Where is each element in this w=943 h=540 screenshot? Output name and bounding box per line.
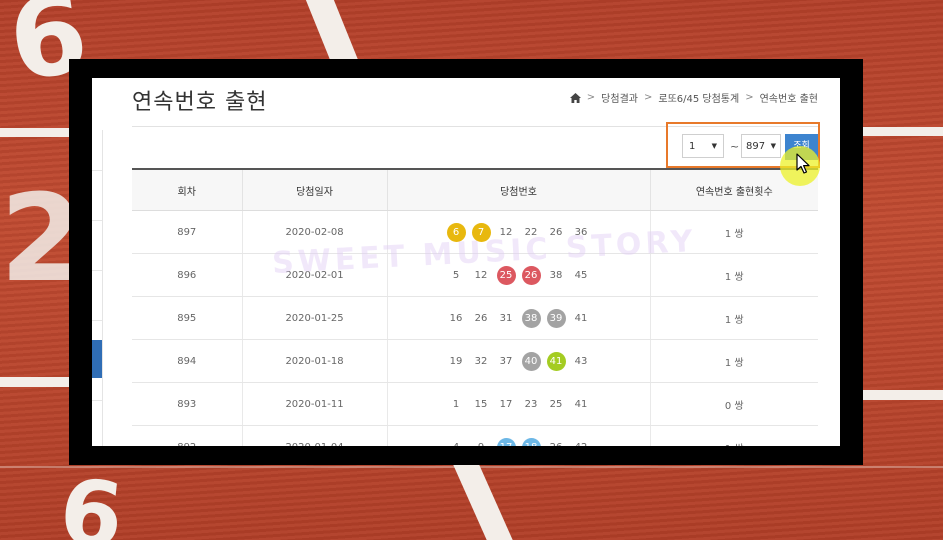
number-ball: 45 (574, 269, 588, 281)
round-cell: 896 (132, 253, 243, 297)
track-marking: 6 (54, 459, 128, 540)
numbers-cell: 16 26 31 38 39 41 (387, 296, 651, 340)
breadcrumb-item[interactable]: 로또6/45 당첨통계 (658, 90, 739, 105)
table-row: 895 2020-01-25 16 26 31 38 39 41 1 쌍 (132, 296, 818, 340)
sidebar-divider (92, 270, 102, 271)
lane-line (0, 128, 75, 137)
number-ball: 26 (547, 438, 566, 447)
date-cell: 2020-01-25 (242, 296, 388, 340)
number-ball: 41 (574, 312, 588, 324)
page-title: 연속번호 출현 (132, 90, 268, 115)
round-from-select[interactable]: 1 ▼ (682, 134, 724, 158)
number-ball: 15 (474, 398, 488, 410)
number-ball: 17 (499, 398, 513, 410)
number-ball: 43 (574, 355, 588, 367)
sidebar-divider (92, 400, 102, 401)
round-to-value: 897 (746, 140, 766, 152)
number-ball-highlighted: 17 (496, 437, 516, 446)
sidebar-divider (92, 170, 102, 171)
number-ball: 42 (572, 438, 591, 447)
sidebar-divider (92, 320, 102, 321)
breadcrumb-item[interactable]: 당첨결과 (601, 90, 638, 105)
number-ball: 25 (549, 398, 563, 410)
number-ball-highlighted: 40 (521, 351, 541, 371)
round-cell: 895 (132, 296, 243, 340)
numbers-cell: 4 9 17 18 26 42 (387, 425, 651, 447)
number-ball: 23 (524, 398, 538, 410)
home-icon[interactable] (569, 92, 581, 103)
number-ball-highlighted: 26 (521, 265, 541, 285)
number-ball-highlighted: 39 (546, 308, 566, 328)
number-ball: 4 (447, 438, 466, 447)
count-cell: 1 쌍 (650, 425, 818, 446)
range-separator: ~ (730, 140, 740, 153)
number-ball: 37 (499, 355, 513, 367)
round-cell: 893 (132, 382, 243, 426)
breadcrumb-item-current: 연속번호 출현 (759, 94, 818, 105)
table-row: 892 2020-01-04 4 9 17 18 26 42 1 쌍 (132, 425, 818, 447)
numbers-cell: 19 32 37 40 41 43 (387, 339, 651, 383)
table-row: 893 2020-01-11 1 15 17 23 25 41 0 쌍 (132, 382, 818, 426)
count-cell: 1 쌍 (650, 339, 818, 383)
lane-line (862, 127, 943, 136)
chevron-right-icon: > (586, 92, 596, 103)
breadcrumb: > 당첨결과 > 로또6/45 당첨통계 > 연속번호 출현 (569, 90, 818, 105)
number-ball: 19 (449, 355, 463, 367)
chevron-down-icon: ▼ (711, 142, 717, 150)
date-cell: 2020-01-11 (242, 382, 388, 426)
number-ball: 16 (449, 312, 463, 324)
mouse-pointer-icon (796, 153, 810, 174)
lane-line (862, 390, 943, 400)
round-cell: 892 (132, 425, 243, 446)
count-cell: 1 쌍 (650, 296, 818, 340)
column-header-numbers: 당첨번호 (387, 168, 651, 211)
number-ball-highlighted: 18 (521, 437, 541, 446)
consecutive-numbers-table: 회차 당첨일자 당첨번호 연속번호 출현횟수 897 2020-02-08 6 … (132, 168, 818, 446)
numbers-cell: 1 15 17 23 25 41 (387, 382, 651, 426)
sidebar-active-item[interactable] (92, 340, 102, 378)
chevron-down-icon: ▼ (770, 142, 776, 150)
number-ball-highlighted: 38 (521, 308, 541, 328)
number-ball: 1 (452, 398, 460, 410)
number-ball: 41 (574, 398, 588, 410)
number-ball: 26 (474, 312, 488, 324)
round-cell: 894 (132, 339, 243, 383)
number-ball: 32 (474, 355, 488, 367)
date-cell: 2020-01-04 (242, 425, 388, 446)
number-ball-highlighted: 41 (546, 351, 566, 371)
lane-line (0, 377, 72, 387)
count-cell: 0 쌍 (650, 382, 818, 426)
chevron-right-icon: > (643, 92, 653, 103)
column-header-date: 당첨일자 (242, 168, 388, 211)
sidebar-divider (92, 220, 102, 221)
round-to-select[interactable]: 897 ▼ (741, 134, 781, 158)
number-ball: 38 (549, 269, 563, 281)
chevron-right-icon: > (745, 92, 754, 103)
table-row: 894 2020-01-18 19 32 37 40 41 43 1 쌍 (132, 339, 818, 383)
number-ball: 9 (472, 438, 491, 447)
lane-line (0, 466, 943, 468)
date-cell: 2020-01-18 (242, 339, 388, 383)
web-page: 연속번호 출현 > 당첨결과 > 로또6/45 당첨통계 > 연속번호 출현 1… (92, 78, 840, 446)
lane-line (453, 465, 513, 540)
lane-line (305, 0, 359, 60)
column-header-round: 회차 (132, 168, 243, 211)
round-cell: 897 (132, 210, 243, 254)
sidebar (92, 130, 103, 446)
table-header-row: 회차 당첨일자 당첨번호 연속번호 출현횟수 (132, 168, 818, 211)
round-from-value: 1 (689, 140, 696, 152)
number-ball: 31 (499, 312, 513, 324)
